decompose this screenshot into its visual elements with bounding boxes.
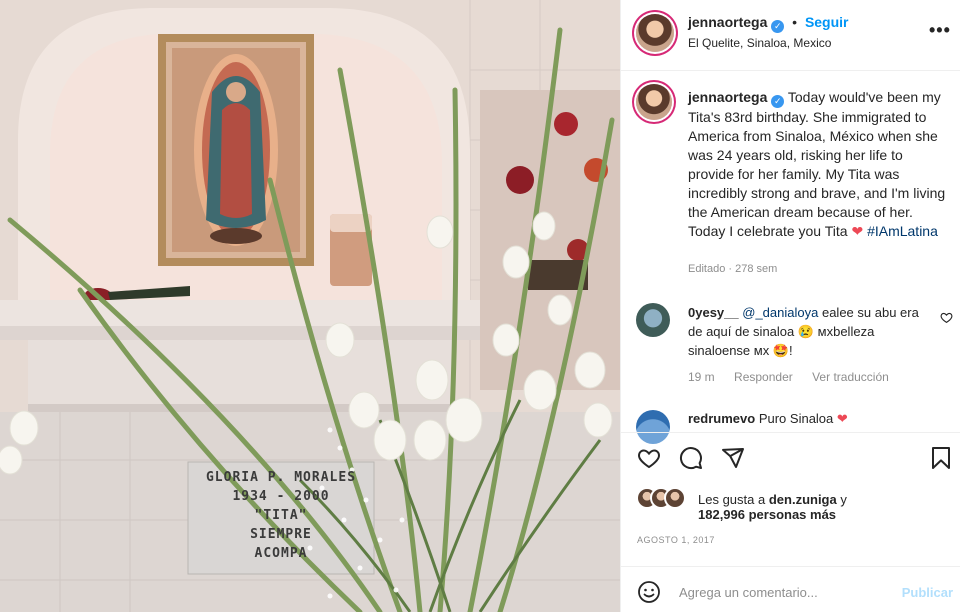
add-comment-bar: Publicar (637, 578, 957, 608)
comment-text: Puro Sinaloa (758, 411, 834, 426)
caption-avatar[interactable] (636, 84, 672, 120)
translate-button[interactable]: Ver traducción (812, 370, 889, 384)
plaque-line: GLORIA P. MORALES (205, 470, 357, 485)
top-liker-link[interactable]: den.zuniga (769, 492, 837, 507)
likes-others-link[interactable]: 182,996 personas más (698, 507, 836, 522)
plaque-line: SIEMPRE (250, 527, 312, 542)
comment-mention[interactable]: @_danialoya (742, 305, 818, 320)
red-heart-emoji-icon: ❤ (851, 223, 864, 239)
plaque-line: "TITA" (254, 508, 308, 523)
more-options-icon[interactable]: ••• (929, 20, 951, 41)
header-separator: • (792, 14, 798, 30)
comment-username[interactable]: redrumevo (688, 411, 755, 426)
hashtag-link[interactable]: #IAmLatina (867, 223, 938, 239)
liker-avatar (664, 487, 686, 509)
memorial-plaque: GLORIA P. MORALES 1934 - 2000 "TITA" SIE… (192, 468, 370, 563)
caption-text: Today would've been my Tita's 83rd birth… (688, 89, 946, 239)
comment-username[interactable]: 0yesy__ (688, 305, 739, 320)
verified-badge-icon: ✓ (771, 95, 785, 108)
commenter-avatar[interactable] (636, 303, 670, 337)
likers-avatars[interactable] (636, 487, 692, 509)
commenter-avatar[interactable] (636, 410, 670, 444)
likes-prefix: Les gusta a (698, 492, 766, 507)
reply-button[interactable]: Responder (734, 370, 793, 384)
publish-button[interactable]: Publicar (902, 585, 953, 600)
verified-badge-icon: ✓ (771, 20, 785, 33)
comment-item: redrumevo Puro Sinaloa ❤ (688, 411, 848, 427)
header-divider (621, 70, 960, 71)
post-location[interactable]: El Quelite, Sinaloa, Mexico (688, 36, 831, 50)
heart-outline-icon[interactable] (637, 446, 661, 470)
emoji-smile-icon[interactable] (637, 580, 661, 604)
red-heart-emoji-icon: ❤ (836, 411, 848, 426)
comment-input[interactable] (679, 580, 879, 604)
author-avatar[interactable] (636, 14, 674, 52)
post-header: jennaortega ✓ • Seguir (688, 14, 849, 33)
paper-plane-icon[interactable] (721, 446, 745, 470)
comment-bubble-icon[interactable] (679, 446, 703, 470)
follow-button[interactable]: Seguir (805, 14, 849, 30)
caption-username[interactable]: jennaortega (688, 89, 767, 105)
caption-meta: Editado · 278 sem (688, 263, 778, 275)
actions-divider (621, 432, 960, 433)
comment-meta: 19 m Responder Ver traducción (688, 370, 905, 384)
likes-and: y (840, 492, 847, 507)
author-username[interactable]: jennaortega (688, 14, 767, 30)
plaque-line: 1934 - 2000 (232, 489, 330, 504)
post-date[interactable]: AGOSTO 1, 2017 (637, 535, 715, 545)
post-photo[interactable]: GLORIA P. MORALES 1934 - 2000 "TITA" SIE… (0, 0, 620, 612)
post-caption: jennaortega ✓ Today would've been my Tit… (688, 88, 946, 241)
post-actions-bar (637, 446, 953, 472)
bookmark-icon[interactable] (930, 446, 952, 470)
comment-item: 0yesy__ @_danialoya ealee su abu era de … (688, 303, 932, 360)
heart-outline-icon[interactable] (940, 311, 953, 324)
comment-box-divider (621, 566, 960, 567)
plaque-line: ACOMPA (254, 546, 308, 561)
comment-time: 19 m (688, 370, 715, 384)
